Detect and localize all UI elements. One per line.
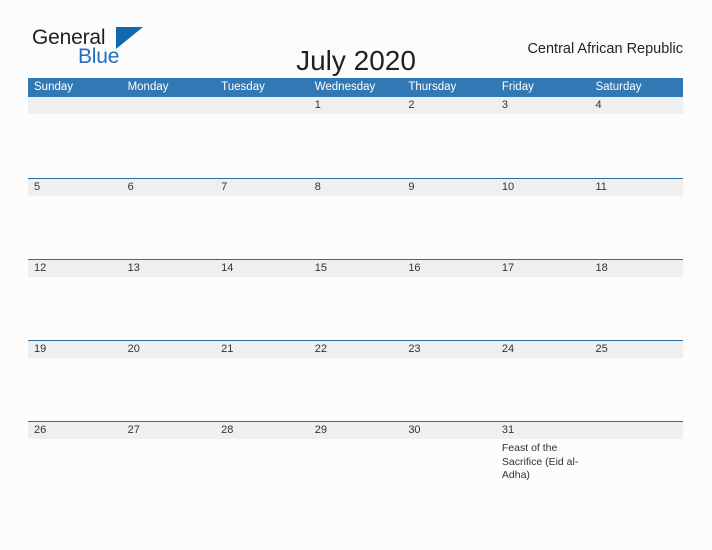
calendar-day-cell[interactable]: 21 (215, 341, 309, 421)
calendar-week-row: 19 20 21 22 23 24 25 (28, 340, 683, 421)
calendar-day-number: 17 (501, 262, 515, 274)
calendar-day-cell[interactable]: 2 (402, 97, 496, 178)
calendar-day-cell[interactable]: 24 (496, 341, 590, 421)
calendar-day-cell[interactable]: 25 (589, 341, 683, 421)
calendar-day-cell[interactable]: 9 (402, 179, 496, 259)
calendar-day-cell[interactable]: 22 (309, 341, 403, 421)
calendar-day-cell[interactable]: 12 (28, 260, 122, 340)
calendar-day-cell[interactable]: 27 (122, 422, 216, 502)
calendar-day-number: 23 (408, 343, 421, 355)
calendar-day-number: 31 (501, 424, 515, 436)
calendar-day-number: 30 (408, 424, 421, 436)
calendar-day-cell-empty (28, 97, 122, 178)
calendar-day-cell[interactable]: 31 Feast of the Sacrifice (Eid al-Adha) (496, 422, 590, 502)
calendar-day-cell[interactable]: 11 (589, 179, 683, 259)
calendar-day-number: 29 (314, 424, 327, 436)
calendar-day-cell[interactable]: 6 (122, 179, 216, 259)
calendar-day-cell[interactable]: 10 (496, 179, 590, 259)
calendar-day-cell[interactable]: 16 (402, 260, 496, 340)
calendar-weeks: 1 2 3 4 5 6 7 8 9 10 11 12 13 14 15 16 17 18 19 20 21 22 23 24 2… (28, 97, 683, 502)
calendar-day-number: 21 (221, 343, 234, 355)
calendar-day-number: 27 (127, 424, 140, 436)
weekday-header-saturday: Saturday (595, 81, 642, 93)
calendar-day-event: Feast of the Sacrifice (Eid al-Adha) (501, 442, 579, 481)
calendar-day-cell[interactable]: 28 (215, 422, 309, 502)
weekday-header-monday: Monday (127, 81, 169, 93)
calendar-day-number: 3 (501, 99, 509, 111)
calendar-day-cell[interactable]: 29 (309, 422, 403, 502)
weekday-header-wednesday: Wednesday (314, 81, 376, 93)
weekday-header-friday: Friday (501, 81, 534, 93)
calendar-day-number: 8 (314, 181, 321, 193)
calendar-day-cell[interactable]: 13 (122, 260, 216, 340)
calendar-day-number: 26 (34, 424, 47, 436)
calendar-day-number: 19 (34, 343, 47, 355)
calendar-day-number: 15 (314, 262, 327, 274)
calendar-day-cell[interactable]: 30 (402, 422, 496, 502)
weekday-header-tuesday: Tuesday (221, 81, 265, 93)
calendar-day-number: 10 (501, 181, 515, 193)
calendar-day-cell[interactable]: 18 (589, 260, 683, 340)
calendar-week-row: 5 6 7 8 9 10 11 (28, 178, 683, 259)
weekday-header-row: Sunday Monday Tuesday Wednesday Thursday Frid… (28, 78, 683, 97)
calendar-day-cell-empty (589, 422, 683, 502)
calendar-day-cell[interactable]: 5 (28, 179, 122, 259)
calendar-day-number: 22 (314, 343, 327, 355)
calendar-day-number: 20 (127, 343, 140, 355)
calendar-day-cell[interactable]: 8 (309, 179, 403, 259)
calendar-day-number: 11 (595, 181, 607, 193)
calendar-day-number: 24 (501, 343, 515, 355)
calendar-day-number: 9 (408, 181, 415, 193)
calendar-day-number: 25 (595, 343, 608, 355)
calendar-day-cell-empty (215, 97, 309, 178)
calendar-week-row: 12 13 14 15 16 17 18 (28, 259, 683, 340)
calendar-day-cell[interactable]: 7 (215, 179, 309, 259)
calendar-day-number: 16 (408, 262, 421, 274)
page-header: General Blue July 2020 Central African R… (0, 0, 712, 76)
calendar-day-number: 7 (221, 181, 228, 193)
calendar-day-number: 4 (595, 99, 602, 111)
weekday-header-thursday: Thursday (408, 81, 457, 93)
calendar-day-cell[interactable]: 15 (309, 260, 403, 340)
calendar-day-number: 12 (34, 262, 47, 274)
calendar-day-number: 18 (595, 262, 608, 274)
calendar-day-number: 2 (408, 99, 415, 111)
calendar-day-number: 6 (127, 181, 134, 193)
calendar-day-cell[interactable]: 3 (496, 97, 590, 178)
calendar-day-number: 28 (221, 424, 234, 436)
calendar-day-number: 1 (314, 99, 321, 111)
calendar-day-cell[interactable]: 19 (28, 341, 122, 421)
calendar-week-row: 26 27 28 29 30 31 Feast of the Sacrifice (Eid … (28, 421, 683, 502)
calendar-day-cell[interactable]: 14 (215, 260, 309, 340)
calendar-week-row: 1 2 3 4 (28, 97, 683, 178)
weekday-header-sunday: Sunday (34, 81, 74, 93)
calendar-day-cell[interactable]: 26 (28, 422, 122, 502)
calendar-day-cell-empty (122, 97, 216, 178)
calendar-day-number: 14 (221, 262, 234, 274)
calendar-locale-label: Central African Republic (527, 41, 683, 57)
calendar-day-cell[interactable]: 17 (496, 260, 590, 340)
calendar-day-number: 13 (127, 262, 140, 274)
calendar-day-number: 5 (34, 181, 41, 193)
calendar-day-cell[interactable]: 20 (122, 341, 216, 421)
calendar-day-cell[interactable]: 1 (309, 97, 403, 178)
calendar-day-cell[interactable]: 4 (589, 97, 683, 178)
calendar-day-cell[interactable]: 23 (402, 341, 496, 421)
calendar-grid: Sunday Monday Tuesday Wednesday Thursday Frid… (28, 78, 683, 502)
